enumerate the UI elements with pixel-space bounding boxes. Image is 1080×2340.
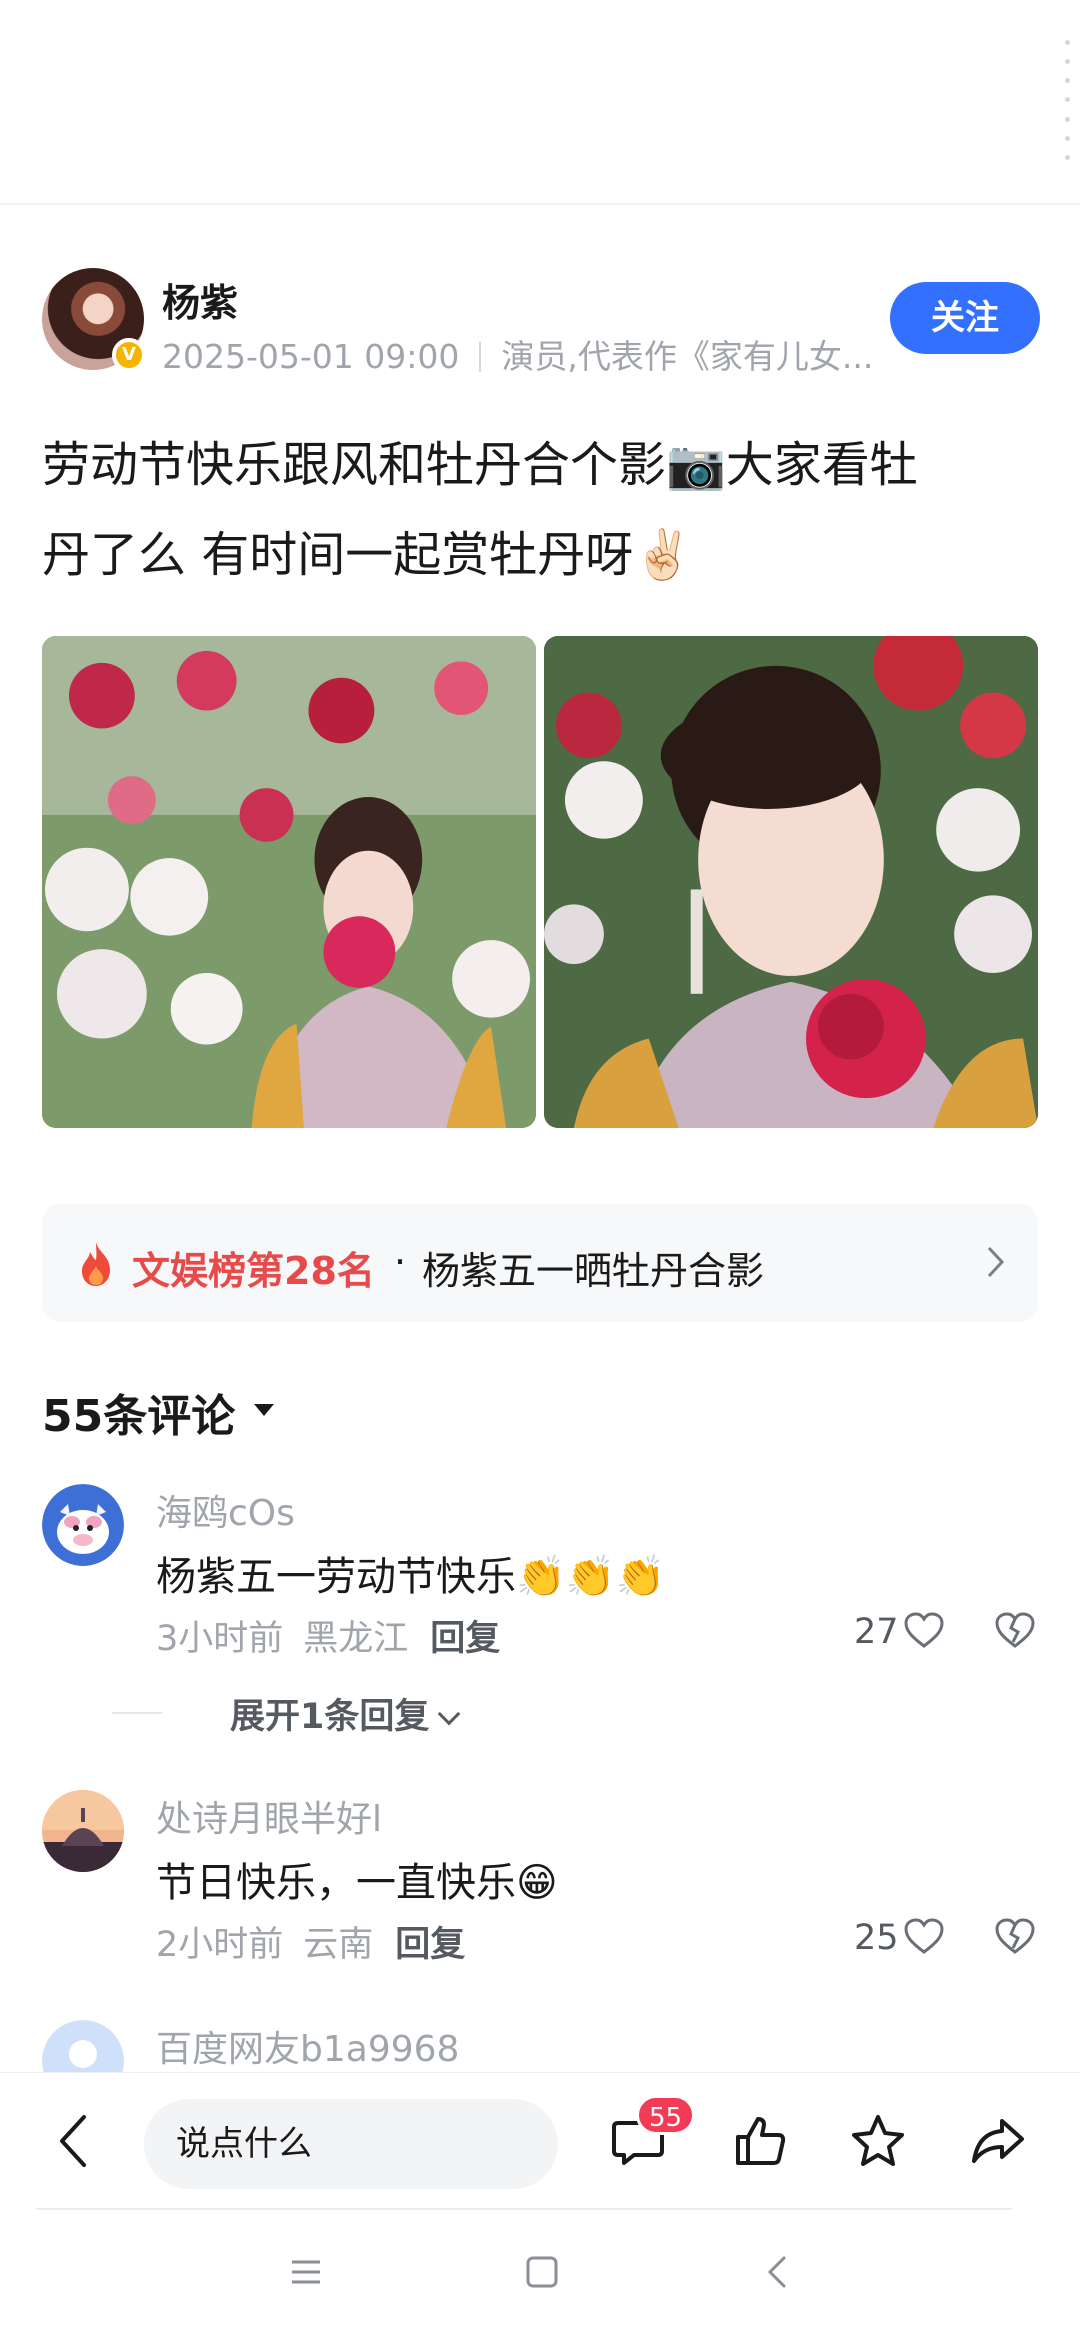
scroll-indicator bbox=[1062, 40, 1072, 160]
post-timestamp: 2025-05-01 09:00 bbox=[162, 337, 460, 376]
like-count: 25 bbox=[854, 1918, 899, 1958]
comment-time: 2小时前 bbox=[156, 1925, 284, 1965]
commenter-avatar[interactable] bbox=[42, 1484, 124, 1566]
expand-divider bbox=[112, 1712, 162, 1714]
photo-grid bbox=[42, 636, 1038, 1128]
hot-topic: 杨紫五一晒牡丹合影 bbox=[422, 1249, 765, 1293]
verified-badge-icon: V bbox=[112, 338, 146, 372]
broken-heart-icon[interactable] bbox=[994, 1610, 1036, 1650]
sort-caret-icon[interactable] bbox=[254, 1404, 274, 1416]
post-text-line-2: 丹了么 有时间一起赏牡丹呀✌🏻 bbox=[42, 527, 694, 583]
like-count: 27 bbox=[854, 1612, 899, 1652]
chevron-right-icon bbox=[987, 1246, 1005, 1278]
author-name[interactable]: 杨紫 bbox=[162, 272, 238, 327]
meta-divider bbox=[479, 342, 482, 372]
reply-button[interactable]: 回复 bbox=[395, 1925, 465, 1965]
comment-meta: 2小时前 云南 回复 bbox=[156, 1916, 465, 1967]
share-icon[interactable] bbox=[968, 2111, 1028, 2171]
post-text-line-1: 劳动节快乐跟风和牡丹合个影📷大家看牡 bbox=[42, 437, 918, 493]
comment-text: 节日快乐，一直快乐😁 bbox=[156, 1860, 558, 1906]
follow-button[interactable]: 关注 bbox=[890, 282, 1040, 354]
back-icon[interactable] bbox=[758, 2252, 798, 2292]
bottom-action-bar: 55 bbox=[0, 2072, 1080, 2212]
comment-item: 海鸥cOs 杨紫五一劳动节快乐👏👏👏 3小时前 黑龙江 回复 27 bbox=[42, 1484, 1042, 1664]
menu-icon[interactable] bbox=[286, 2252, 326, 2292]
thumbs-up-icon[interactable] bbox=[730, 2111, 790, 2171]
commenter-avatar[interactable] bbox=[42, 2020, 124, 2080]
post-photo-1[interactable] bbox=[42, 636, 536, 1128]
comments-count-title[interactable]: 55条评论 bbox=[42, 1380, 235, 1444]
commenter-name[interactable]: 处诗月眼半好l bbox=[156, 1790, 382, 1842]
author-meta: 2025-05-01 09:00 演员,代表作《家有儿女... bbox=[162, 330, 873, 378]
comment-location: 黑龙江 bbox=[303, 1619, 409, 1659]
hot-separator: · bbox=[394, 1240, 407, 1284]
comment-time: 3小时前 bbox=[156, 1619, 284, 1659]
hot-rank-label: 文娱榜第28名 bbox=[132, 1249, 375, 1293]
comment-text: 杨紫五一劳动节快乐👏👏👏 bbox=[156, 1554, 666, 1600]
chevron-down-icon bbox=[438, 1702, 461, 1726]
commenter-name[interactable]: 百度网友b1a9968 bbox=[156, 2020, 459, 2072]
comment-location: 云南 bbox=[303, 1925, 374, 1965]
comment-item: 百度网友b1a9968 bbox=[42, 2020, 1042, 2080]
star-icon[interactable] bbox=[848, 2111, 908, 2171]
comment-input[interactable] bbox=[144, 2099, 558, 2189]
reply-button[interactable]: 回复 bbox=[430, 1619, 500, 1659]
heart-icon[interactable] bbox=[902, 1610, 946, 1650]
expand-replies-label: 展开1条回复 bbox=[230, 1697, 430, 1737]
nav-divider bbox=[36, 2208, 1012, 2210]
commenter-avatar[interactable] bbox=[42, 1790, 124, 1872]
home-square-icon[interactable] bbox=[522, 2252, 562, 2292]
post-photo-2[interactable] bbox=[544, 636, 1038, 1128]
comment-meta: 3小时前 黑龙江 回复 bbox=[156, 1610, 500, 1661]
top-header bbox=[0, 0, 1080, 205]
comment-item: 处诗月眼半好l 节日快乐，一直快乐😁 2小时前 云南 回复 25 bbox=[42, 1790, 1042, 1970]
heart-icon[interactable] bbox=[902, 1916, 946, 1956]
fire-icon bbox=[82, 1242, 110, 1286]
post-text: 劳动节快乐跟风和牡丹合个影📷大家看牡 丹了么 有时间一起赏牡丹呀✌🏻 bbox=[42, 420, 1042, 600]
commenter-name[interactable]: 海鸥cOs bbox=[156, 1484, 295, 1536]
system-navigation-bar bbox=[0, 2212, 1080, 2340]
author-description: 演员,代表作《家有儿女... bbox=[501, 337, 874, 376]
comment-count-badge: 55 bbox=[636, 2095, 696, 2135]
back-arrow-icon[interactable] bbox=[54, 2111, 94, 2171]
hot-list-bar[interactable]: 文娱榜第28名 · 杨紫五一晒牡丹合影 bbox=[42, 1204, 1038, 1322]
broken-heart-icon[interactable] bbox=[994, 1916, 1036, 1956]
expand-replies-button[interactable]: 展开1条回复 bbox=[230, 1688, 461, 1739]
